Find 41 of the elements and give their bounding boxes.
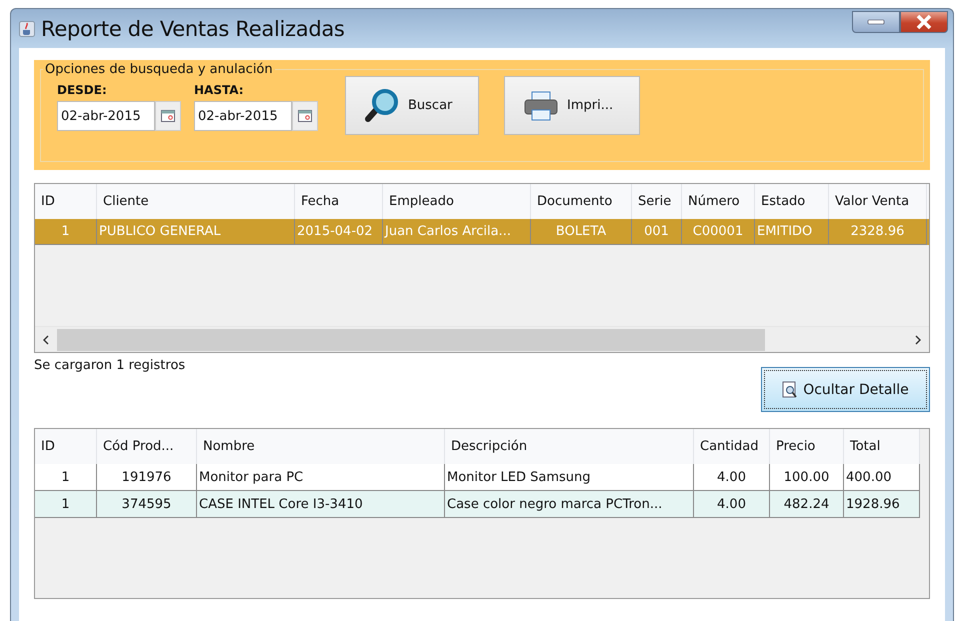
- horizontal-scrollbar[interactable]: [35, 326, 929, 352]
- date-label: HASTA:: [194, 83, 245, 97]
- minimize-button[interactable]: [852, 11, 900, 33]
- minimize-icon: [866, 18, 886, 26]
- table-cell: 1928.96: [844, 491, 920, 518]
- table-cell: 001: [632, 219, 682, 245]
- table-cell: 2015-04-02: [295, 219, 383, 245]
- date-field[interactable]: 02-abr-2015: [57, 101, 155, 131]
- window-title: Reporte de Ventas Realizadas: [41, 16, 345, 40]
- table-cell: BOLETA: [531, 219, 632, 245]
- document-magnifier-icon: [782, 380, 798, 398]
- table-cell: 482.24: [770, 491, 844, 518]
- panel-title: Opciones de busqueda y anulación: [44, 62, 274, 77]
- table-cell: Juan Carlos Arcila...: [383, 219, 531, 245]
- table-cell: 1: [35, 219, 97, 245]
- table-cell: PUBLICO GENERAL: [97, 219, 295, 245]
- calendar-icon: [161, 110, 175, 122]
- cup-icon: [19, 20, 35, 36]
- calendar-icon: [298, 110, 312, 122]
- table-cell: C00001: [682, 219, 755, 245]
- table-cell: 2328.96: [829, 219, 927, 245]
- table-cell: 374595: [97, 491, 197, 518]
- search-button[interactable]: Buscar: [345, 76, 479, 135]
- table-cell: CASE INTEL Core I3-3410: [197, 491, 445, 518]
- close-button[interactable]: [900, 11, 948, 33]
- hide-detail-button[interactable]: Ocultar Detalle: [761, 367, 930, 412]
- table-row[interactable]: 1 374595 CASE INTEL Core I3-3410 Case color negro marca PCTron... 4.00 482.24 1928.96: [35, 491, 920, 518]
- table-cell: 1: [35, 491, 97, 518]
- date-label: DESDE:: [57, 83, 108, 97]
- calendar-button[interactable]: [292, 101, 318, 131]
- print-button[interactable]: Impri...: [504, 76, 640, 135]
- table-cell: EMITIDO: [755, 219, 829, 245]
- calendar-button[interactable]: [155, 101, 181, 131]
- status-text: Se cargaron 1 registros: [34, 358, 186, 373]
- date-field[interactable]: 02-abr-2015: [194, 101, 292, 131]
- search-icon: [364, 88, 400, 124]
- scrollbar-thumb[interactable]: [57, 328, 765, 350]
- table-cell: Case color negro marca PCTron...: [445, 491, 694, 518]
- table-row[interactable]: 1 191976 Monitor para PC Monitor LED Samsung 4.00 100.00 400.00: [35, 464, 920, 491]
- table-cell: 4.00: [694, 491, 770, 518]
- close-icon: [914, 14, 934, 30]
